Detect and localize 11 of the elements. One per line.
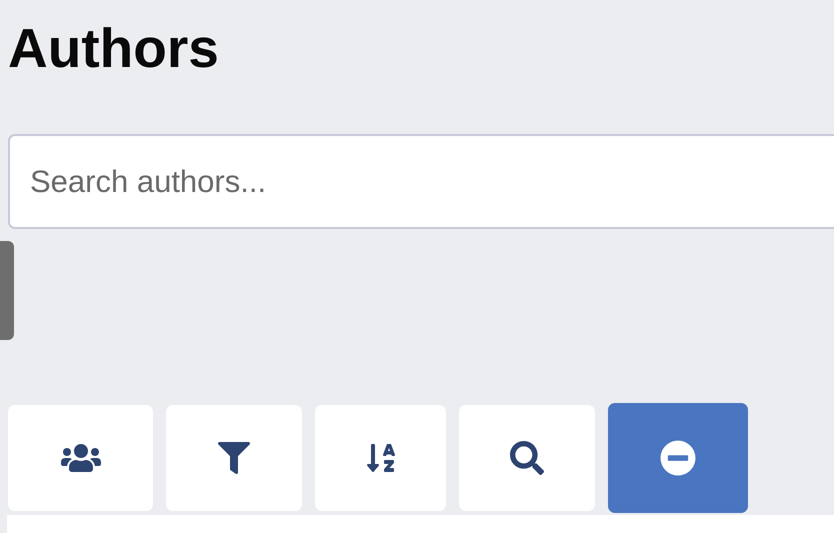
- page-title: Authors: [8, 18, 220, 78]
- search-icon: [510, 441, 544, 475]
- toolbar-button[interactable]: [166, 405, 302, 511]
- toolbar-button[interactable]: [459, 405, 595, 511]
- side-handle[interactable]: [0, 241, 14, 340]
- sort-icon: [364, 442, 396, 474]
- filter-icon: [218, 442, 250, 474]
- toolbar-button[interactable]: [608, 403, 748, 513]
- search-field[interactable]: Search authors...: [8, 134, 834, 229]
- toolbar-button[interactable]: [315, 405, 446, 511]
- toolbar-button[interactable]: [8, 405, 153, 511]
